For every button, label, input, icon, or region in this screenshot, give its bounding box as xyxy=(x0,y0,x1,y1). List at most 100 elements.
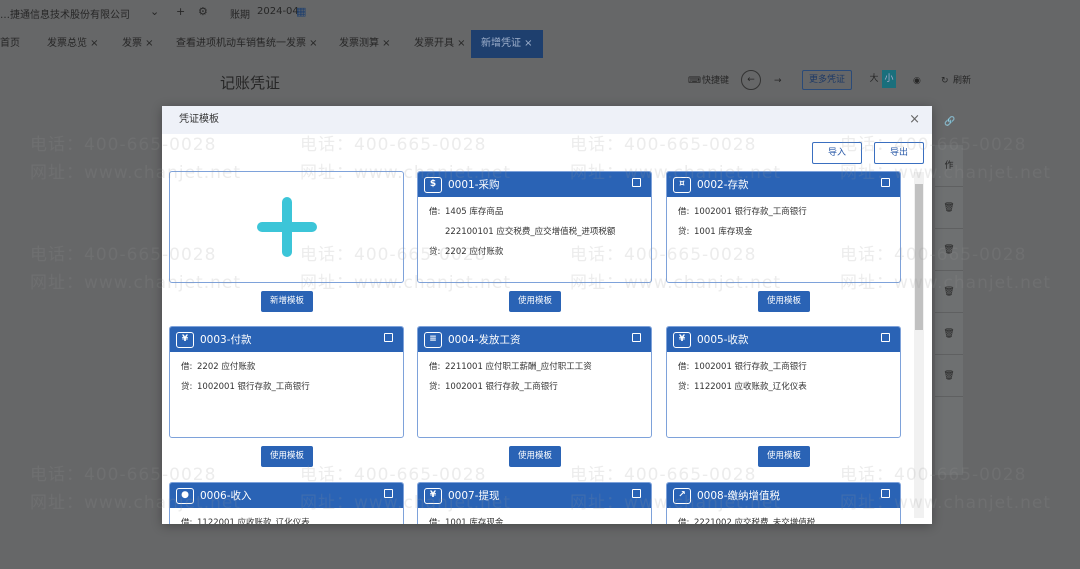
template-card[interactable]: ¥0007-提现借: 1001 库存现金 xyxy=(417,482,652,524)
template-card[interactable]: $0001-采购 借: 1405 库存商品 222100101 应交税费_应交增值税_… xyxy=(417,171,652,283)
edit-icon[interactable] xyxy=(881,178,890,187)
tab-invoice[interactable]: 发票 × xyxy=(122,30,154,58)
template-card[interactable]: ¥0005-收款 借: 1002001 银行存款_工商银行 贷: 1122001 应收账… xyxy=(666,326,901,438)
add-template-button[interactable]: 新增模板 xyxy=(261,291,313,312)
import-button[interactable]: 导入 xyxy=(812,142,862,164)
template-card-header: ¥0005-收款 xyxy=(667,327,900,352)
edit-icon[interactable] xyxy=(881,333,890,342)
entry-direction: 贷: xyxy=(181,382,193,392)
template-card-header: ● 0006-收入 xyxy=(170,483,403,508)
vat-icon: ↗ xyxy=(673,487,691,504)
template-name: 0007-提现 xyxy=(448,490,500,502)
add-icon[interactable]: + xyxy=(176,5,185,18)
gear-icon[interactable]: ⚙ xyxy=(198,5,208,18)
entry-account: 1122001 应收账款_辽化仪表 xyxy=(197,518,310,524)
period-value[interactable]: 2024-04 xyxy=(257,6,299,17)
entry-direction: 借: xyxy=(429,518,441,524)
template-card[interactable]: ● 0006-收入借: 1122001 应收账款_辽化仪表 xyxy=(169,482,404,524)
tab-invoice-issue[interactable]: 发票开具 × xyxy=(414,30,466,58)
size-small-button[interactable]: 小 xyxy=(882,70,896,88)
voucher-table-fragment: 作 🗑 🗑 🗑 🗑 🗑 xyxy=(935,145,963,475)
entry-account: 1002001 银行存款_工商银行 xyxy=(197,382,310,392)
use-template-button[interactable]: 使用模板 xyxy=(758,446,810,467)
delete-icon[interactable]: 🗑 xyxy=(935,355,963,397)
entry-direction: 贷: xyxy=(678,227,690,237)
calendar-icon[interactable]: ▦ xyxy=(296,5,306,18)
scrollbar-thumb[interactable] xyxy=(915,184,923,330)
entry-line: 借: 1001 库存现金 xyxy=(418,513,651,524)
edit-icon[interactable] xyxy=(881,489,890,498)
template-card-header: ¥0007-提现 xyxy=(418,483,651,508)
refresh-button[interactable]: 刷新 xyxy=(953,72,971,90)
entry-direction: 贷: xyxy=(429,247,441,257)
add-template-card[interactable] xyxy=(169,171,404,283)
delete-icon[interactable]: 🗑 xyxy=(935,313,963,355)
keyboard-icon[interactable]: ⌨ xyxy=(688,72,701,90)
entry-account: 2202 应付账款 xyxy=(445,247,504,257)
tab-home[interactable]: 首页 xyxy=(0,30,20,58)
close-icon[interactable]: × xyxy=(909,106,920,134)
entry-direction: 借: xyxy=(181,518,193,524)
entry-line: 借: 2221002 应交税费_未交增值税 xyxy=(667,513,900,524)
edit-icon[interactable] xyxy=(632,489,641,498)
use-template-button[interactable]: 使用模板 xyxy=(758,291,810,312)
template-name: 0006-收入 xyxy=(200,490,252,502)
use-template-button[interactable]: 使用模板 xyxy=(509,291,561,312)
entry-line: 贷: 2202 应付账款 xyxy=(418,242,651,262)
entry-account: 1002001 银行存款_工商银行 xyxy=(445,382,558,392)
prev-arrow-icon[interactable]: ← xyxy=(741,70,761,90)
next-arrow-icon[interactable]: → xyxy=(774,72,782,90)
size-large-button[interactable]: 大 xyxy=(867,70,881,88)
edit-icon[interactable] xyxy=(384,333,393,342)
tab-vehicle-invoice[interactable]: 查看进项机动车销售统一发票 × xyxy=(176,30,318,58)
entry-line: 借: 2211001 应付职工薪酬_应付职工工资 xyxy=(418,357,651,377)
more-vouchers-button[interactable]: 更多凭证 xyxy=(802,70,853,90)
use-template-button[interactable]: 使用模板 xyxy=(261,446,313,467)
refresh-icon[interactable]: ↻ xyxy=(941,72,949,90)
template-card-header: ↗ 0008-缴纳增值税 xyxy=(667,483,900,508)
entry-direction: 借: xyxy=(429,362,441,372)
attachment-icon[interactable]: 🔗 xyxy=(944,113,955,131)
template-card[interactable]: ¤ 0002-存款借: 1002001 银行存款_工商银行贷: 1001 库存现金 xyxy=(666,171,901,283)
eye-icon[interactable]: ◉ xyxy=(913,72,921,90)
entry-account: 1122001 应收账款_辽化仪表 xyxy=(694,382,807,392)
delete-icon[interactable]: 🗑 xyxy=(935,229,963,271)
entry-account: 1001 库存现金 xyxy=(445,518,504,524)
plus-icon xyxy=(256,197,317,257)
entry-line: 贷: 1001 库存现金 xyxy=(667,222,900,242)
dialog-title: 凭证模板 xyxy=(179,114,219,125)
use-template-button[interactable]: 使用模板 xyxy=(509,446,561,467)
template-name: 0003-付款 xyxy=(200,334,252,346)
delete-icon[interactable]: 🗑 xyxy=(935,187,963,229)
shortcut-button[interactable]: 快捷键 xyxy=(702,72,729,90)
template-card[interactable]: ≡ 0004-发放工资 借: 2211001 应付职工薪酬_应付职工工资 贷: 10020… xyxy=(417,326,652,438)
export-button[interactable]: 导出 xyxy=(874,142,924,164)
entry-line: 贷: 1122001 应收账款_辽化仪表 xyxy=(667,377,900,397)
edit-icon[interactable] xyxy=(632,333,641,342)
receipt-icon: ¥ xyxy=(673,331,691,348)
tab-new-voucher[interactable]: 新增凭证 × xyxy=(471,30,543,58)
entry-direction: 借: xyxy=(181,362,193,372)
delete-icon[interactable]: 🗑 xyxy=(935,271,963,313)
entry-direction: 借: xyxy=(429,207,441,217)
entry-account: 1002001 银行存款_工商银行 xyxy=(694,207,807,217)
template-card[interactable]: ↗ 0008-缴纳增值税借: 2221002 应交税费_未交增值税 xyxy=(666,482,901,524)
tab-invoice-calc[interactable]: 发票测算 × xyxy=(339,30,391,58)
chevron-down-icon[interactable]: ⌄ xyxy=(150,5,159,18)
entry-account: 1405 库存商品 xyxy=(445,207,504,217)
template-name: 0002-存款 xyxy=(697,179,749,191)
scrollbar[interactable] xyxy=(914,172,924,518)
voucher-template-dialog: 凭证模板 × 导入 导出 新增模板 $0001-采购 借: 1405 库存商品 2221… xyxy=(162,106,932,524)
period-label: 账期 xyxy=(230,10,250,21)
template-card[interactable]: ¥0003-付款 借: 2202 应付账款 贷: 1002001 银行存款_工商银行 xyxy=(169,326,404,438)
template-card-header: ¤ 0002-存款 xyxy=(667,172,900,197)
company-name: …捷通信息技术股份有限公司 xyxy=(0,10,130,21)
edit-icon[interactable] xyxy=(632,178,641,187)
entry-line: 贷: 1002001 银行存款_工商银行 xyxy=(170,377,403,397)
top-bar: …捷通信息技术股份有限公司 ⌄ + ⚙ 账期 2024-04 ▦ xyxy=(0,0,1080,24)
template-name: 0005-收款 xyxy=(697,334,749,346)
entry-account: 1001 库存现金 xyxy=(694,227,753,237)
entry-line: 借: 1002001 银行存款_工商银行 xyxy=(667,202,900,222)
tab-invoice-overview[interactable]: 发票总览 × xyxy=(47,30,99,58)
edit-icon[interactable] xyxy=(384,489,393,498)
